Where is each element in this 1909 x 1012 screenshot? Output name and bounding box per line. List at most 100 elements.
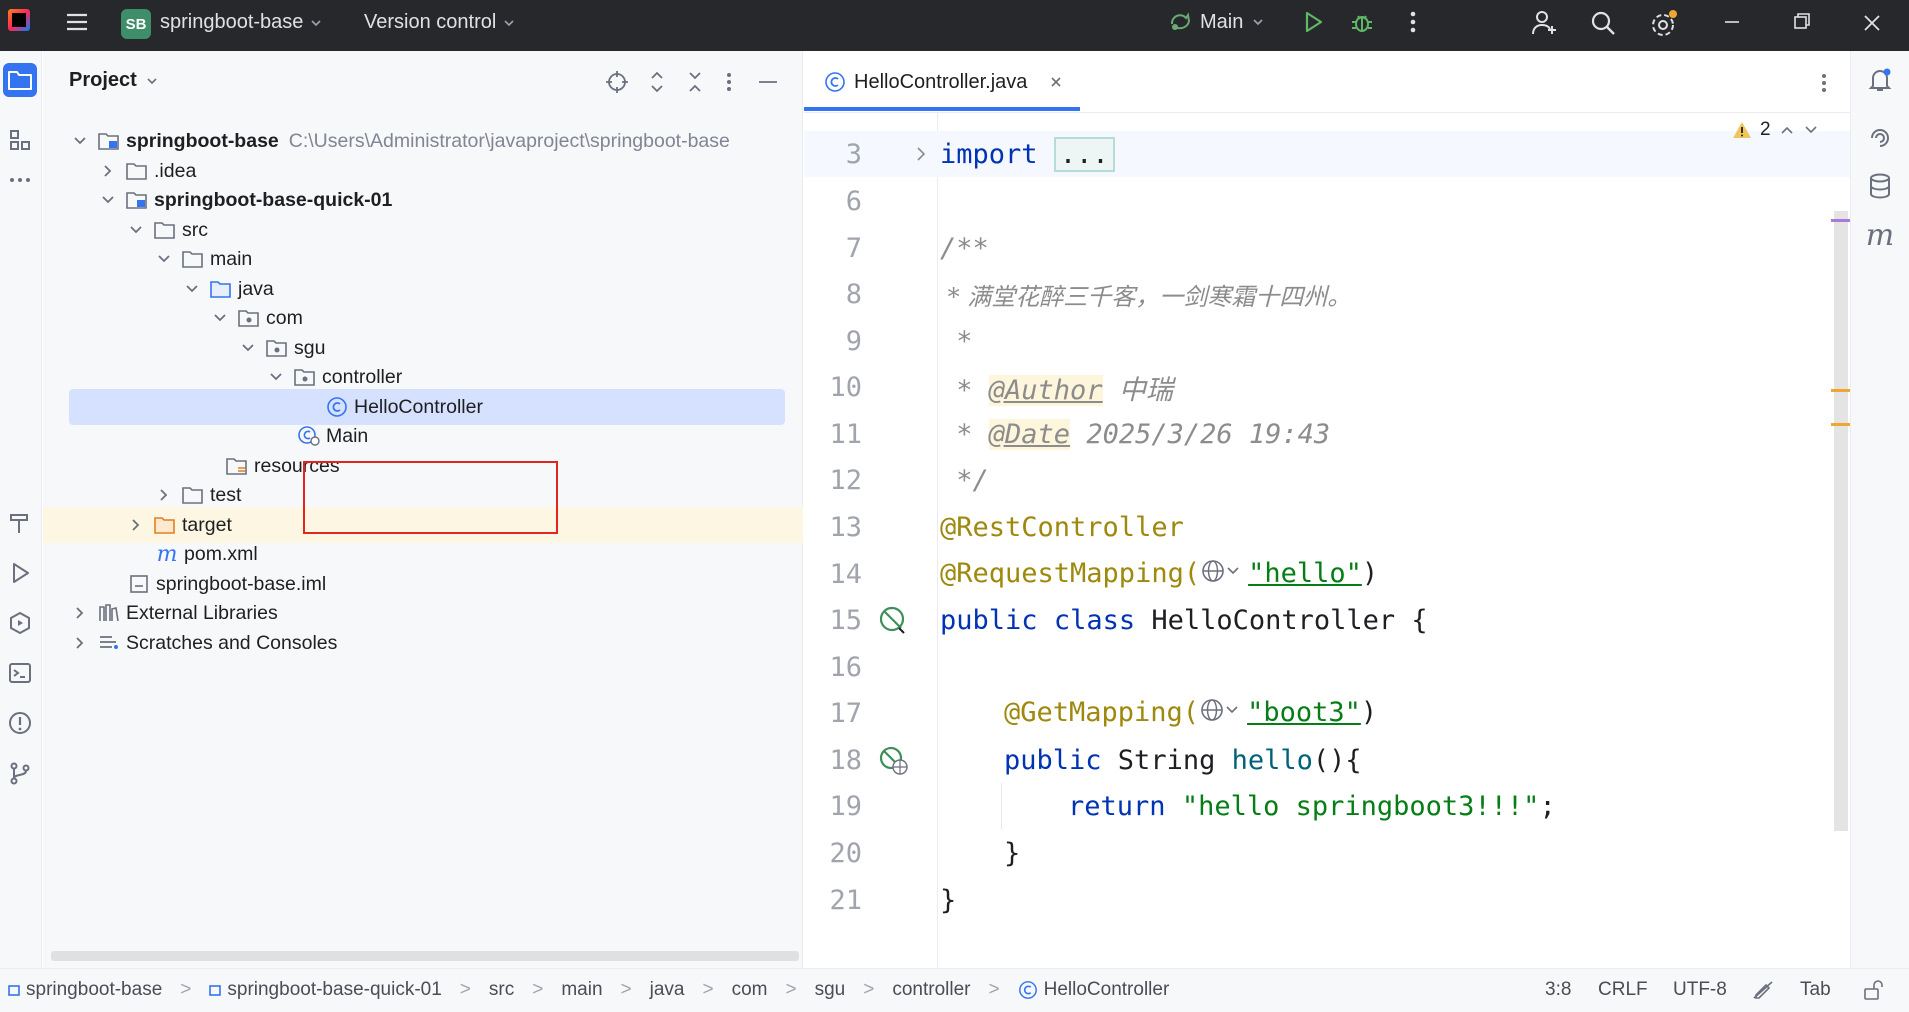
chevron-right-icon[interactable] [71, 636, 89, 650]
url-globe-icon[interactable] [1200, 558, 1248, 591]
restore-icon[interactable] [1790, 8, 1814, 36]
editor-tabs-menu-icon[interactable] [1816, 71, 1832, 95]
locate-file-icon[interactable] [604, 69, 630, 95]
code-string[interactable]: "hello" [1248, 558, 1362, 589]
chevron-down-icon[interactable] [267, 370, 285, 384]
breadcrumb-item[interactable]: java [650, 979, 685, 1001]
project-switcher[interactable]: springboot-base [160, 11, 323, 34]
build-hammer-icon[interactable] [3, 506, 37, 540]
code-line[interactable]: 14 @RequestMapping("hello") [804, 551, 1850, 597]
chevron-down-icon[interactable] [99, 193, 117, 207]
scroll-marker[interactable] [1831, 219, 1851, 222]
previous-highlight-icon[interactable] [1779, 123, 1795, 137]
breadcrumb-item[interactable]: controller [892, 979, 970, 1001]
chevron-right-icon[interactable] [127, 518, 145, 532]
breadcrumb-item[interactable]: HelloController [1044, 979, 1170, 1001]
main-menu-icon[interactable] [64, 9, 90, 35]
breadcrumb-item[interactable]: sgu [815, 979, 846, 1001]
ai-assistant-icon[interactable] [1863, 121, 1897, 155]
line-separator[interactable]: CRLF [1598, 979, 1648, 1001]
code-line[interactable]: 10 * @Author 中瑞 [804, 364, 1850, 410]
scroll-marker[interactable] [1831, 423, 1851, 426]
code-line[interactable]: 17 @GetMapping("boot3") [804, 690, 1850, 736]
close-icon[interactable] [1860, 8, 1884, 36]
problems-icon[interactable] [3, 706, 37, 740]
indent-setting[interactable]: Tab [1800, 979, 1831, 1001]
services-icon[interactable] [3, 606, 37, 640]
code-line[interactable]: 3 import ... [804, 131, 1850, 177]
add-user-icon[interactable] [1530, 8, 1560, 38]
breadcrumb-item[interactable]: main [561, 979, 602, 1001]
readonly-toggle-icon[interactable] [1751, 979, 1775, 1001]
code-line[interactable]: 8 * 满堂花醉三千客，一剑寒霜十四州。 [804, 271, 1850, 317]
inspection-widget[interactable]: 2 [1732, 119, 1819, 141]
tab-hellocontroller-java[interactable]: HelloController.java [824, 51, 1063, 113]
horizontal-scrollbar[interactable] [51, 951, 799, 961]
spring-bean-gutter-icon[interactable] [878, 605, 908, 635]
git-branch-icon[interactable] [3, 756, 37, 790]
run-tool-window-icon[interactable] [3, 556, 37, 590]
chevron-right-icon[interactable] [155, 488, 173, 502]
code-line[interactable]: 16 [804, 644, 1850, 690]
tree-node-scratches[interactable]: Scratches and Consoles [43, 625, 803, 661]
project-badge[interactable]: SB [121, 9, 151, 39]
debug-icon[interactable] [1348, 8, 1376, 36]
code-line[interactable]: 12 */ [804, 457, 1850, 503]
code-line[interactable]: 13 @RestController [804, 504, 1850, 550]
endpoint-gutter-icon[interactable] [878, 745, 910, 777]
code-line[interactable]: 15 public class HelloController { [804, 597, 1850, 643]
chevron-down-icon[interactable] [211, 311, 229, 325]
expand-all-icon[interactable] [645, 69, 669, 95]
breadcrumb-item[interactable]: springboot-base-quick-01 [227, 979, 441, 1001]
chevron-down-icon[interactable] [127, 223, 145, 237]
code-string[interactable]: "boot3" [1247, 697, 1361, 728]
code-string: "hello springboot3!!!" [1181, 790, 1540, 822]
run-icon[interactable] [1299, 8, 1327, 36]
chevron-down-icon[interactable] [183, 282, 201, 296]
more-tool-windows-icon[interactable] [3, 163, 37, 197]
code-line[interactable]: 11 * @Date 2025/3/26 19:43 [804, 411, 1850, 457]
next-highlight-icon[interactable] [1803, 123, 1819, 137]
scroll-marker[interactable] [1831, 389, 1851, 392]
search-icon[interactable] [1588, 8, 1618, 38]
lock-icon[interactable] [1862, 979, 1884, 1001]
project-tool-window-icon[interactable] [3, 63, 37, 97]
chevron-down-icon[interactable] [71, 134, 89, 148]
vertical-scrollbar[interactable] [1834, 211, 1848, 831]
minimize-icon[interactable] [1720, 8, 1744, 36]
vcs-widget[interactable]: Version control [364, 11, 516, 34]
file-encoding[interactable]: UTF-8 [1673, 979, 1727, 1001]
url-globe-icon[interactable] [1199, 697, 1247, 730]
tab-close-icon[interactable] [1049, 75, 1063, 89]
chevron-right-icon[interactable] [71, 606, 89, 620]
code-line[interactable]: 7 /** [804, 225, 1850, 271]
hide-panel-icon[interactable] [756, 69, 780, 95]
chevron-down-icon[interactable] [155, 252, 173, 266]
options-icon[interactable] [721, 69, 737, 95]
run-config-selector[interactable]: Main [1168, 10, 1265, 34]
collapse-all-icon[interactable] [683, 69, 707, 95]
source-folder-icon [209, 278, 233, 300]
folded-imports[interactable]: ... [1053, 136, 1115, 172]
caret-position[interactable]: 3:8 [1545, 979, 1571, 1001]
chevron-right-icon[interactable] [99, 164, 117, 178]
breadcrumb-item[interactable]: com [732, 979, 768, 1001]
code-line[interactable]: 18 public String hello(){ [804, 737, 1850, 783]
chevron-down-icon[interactable] [239, 341, 257, 355]
project-view-selector[interactable]: Project [69, 69, 159, 92]
code-line[interactable]: 20 } [804, 830, 1850, 876]
structure-icon[interactable] [3, 123, 37, 157]
terminal-icon[interactable] [3, 656, 37, 690]
database-icon[interactable] [1863, 169, 1897, 203]
breadcrumb-item[interactable]: springboot-base [26, 979, 162, 1001]
code-line[interactable]: 19 return "hello springboot3!!!"; [804, 783, 1850, 829]
code-line[interactable]: 9 * [804, 318, 1850, 364]
notifications-bell-icon[interactable] [1863, 63, 1897, 97]
breadcrumb-item[interactable]: src [489, 979, 514, 1001]
fold-expand-icon[interactable] [914, 144, 928, 164]
settings-gear-icon[interactable] [1648, 8, 1680, 40]
more-actions-icon[interactable] [1400, 8, 1426, 36]
maven-icon[interactable]: m [1863, 218, 1897, 253]
code-line[interactable]: 6 [804, 178, 1850, 224]
code-line[interactable]: 21 } [804, 877, 1850, 923]
